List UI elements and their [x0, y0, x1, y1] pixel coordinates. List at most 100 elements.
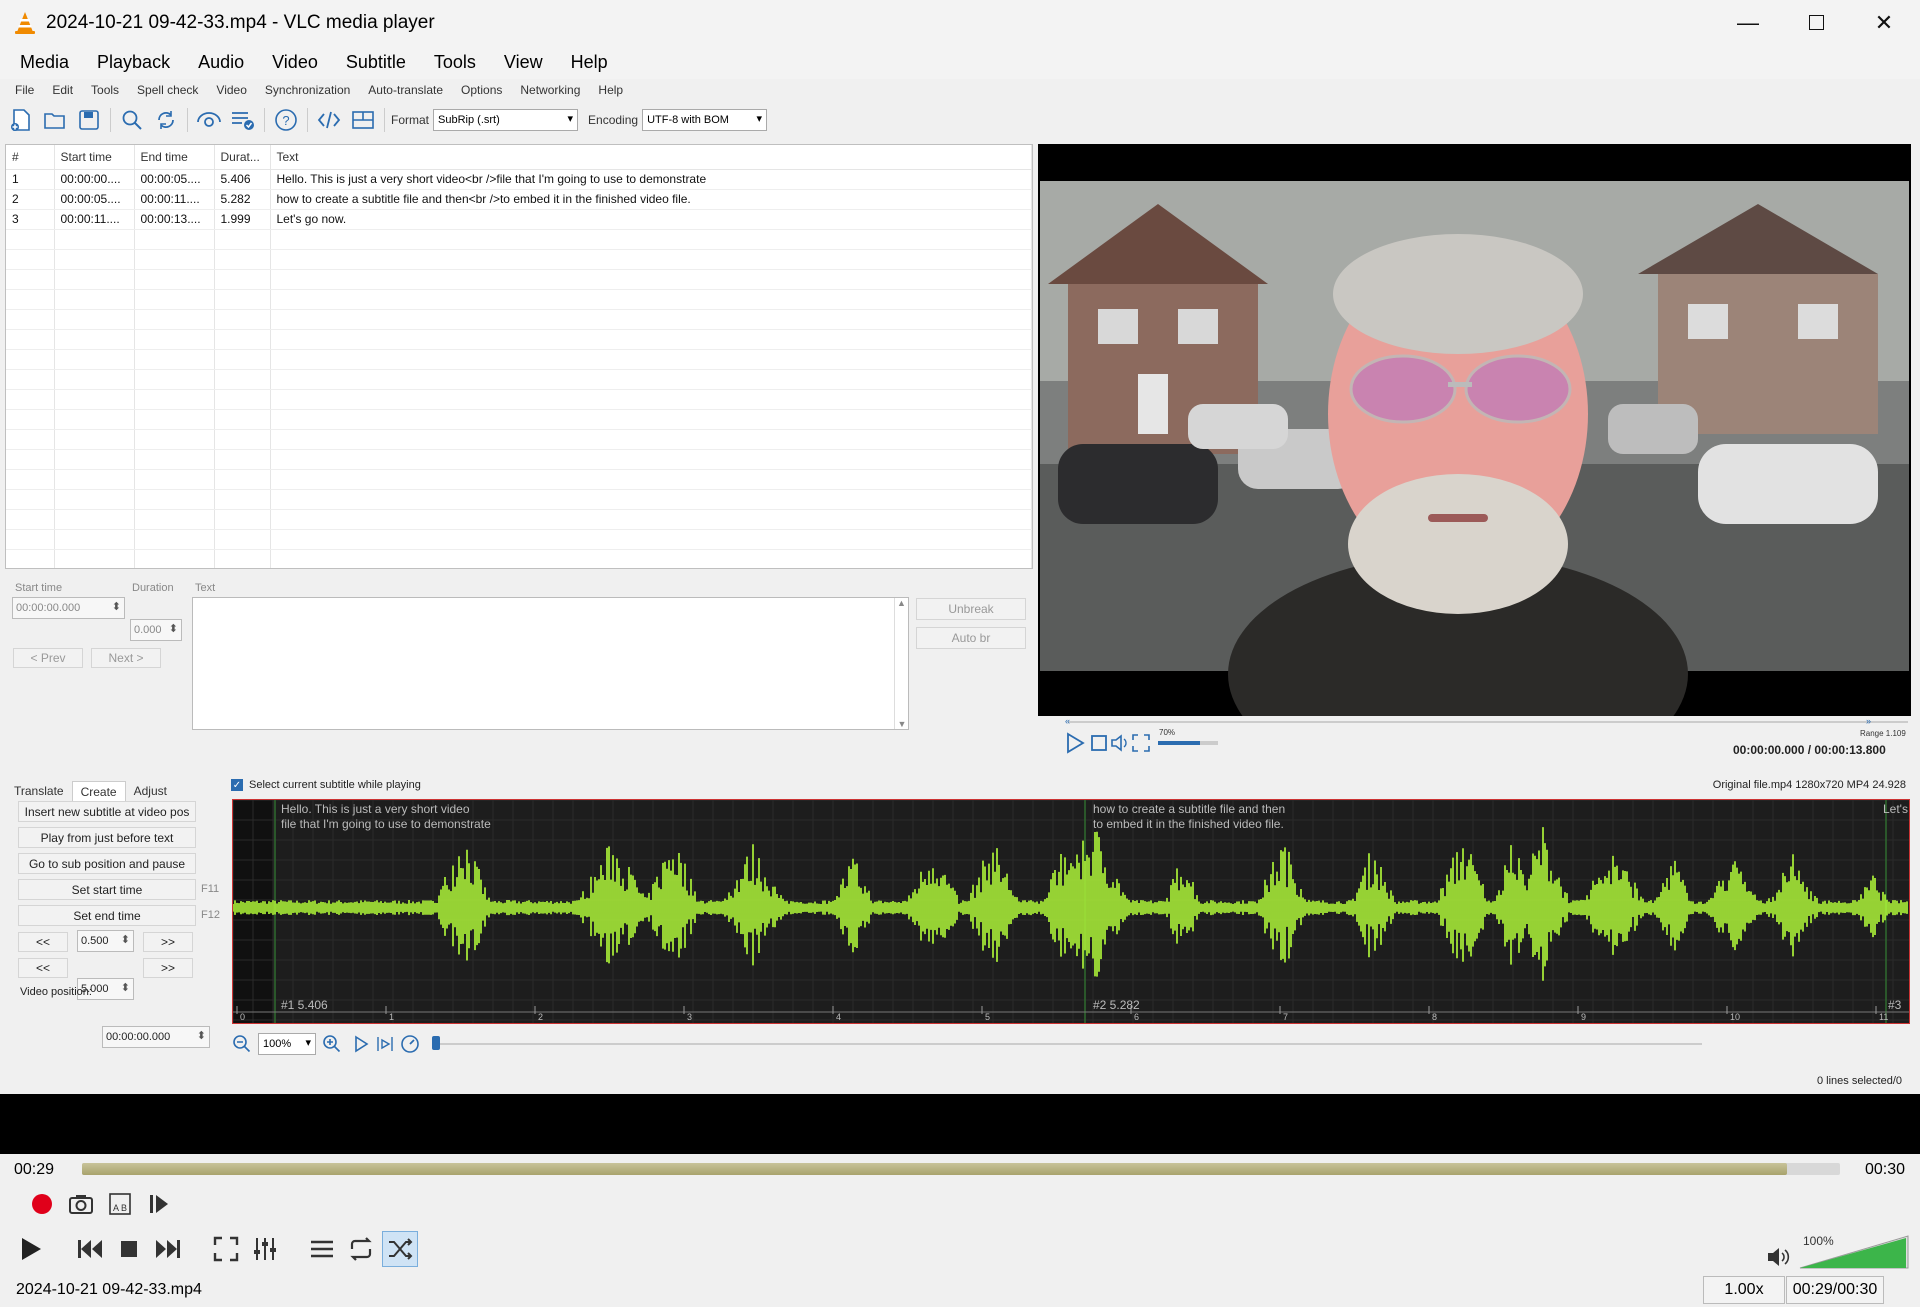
select-current-checkbox[interactable]: ✓	[231, 779, 243, 791]
menu-tools[interactable]: Tools	[420, 52, 490, 73]
video-position-input[interactable]: 00:00:00.000	[102, 1026, 210, 1048]
format-select[interactable]: SubRip (.srt)	[433, 109, 579, 131]
maximize-button[interactable]	[1782, 0, 1850, 45]
replace-icon[interactable]	[149, 105, 183, 135]
volume-slider[interactable]	[1798, 1234, 1910, 1270]
col-text[interactable]: Text	[270, 145, 1032, 170]
menu-view[interactable]: View	[490, 52, 557, 73]
col-number[interactable]: #	[6, 145, 55, 170]
menu-help[interactable]: Help	[557, 52, 622, 73]
encoding-select[interactable]: UTF-8 with BOM	[642, 109, 768, 131]
preview-seekbar[interactable]	[1068, 721, 1908, 723]
preview-play-icon[interactable]	[1063, 731, 1087, 755]
fullscreen-button[interactable]	[208, 1231, 244, 1267]
frame-step-button[interactable]	[141, 1186, 177, 1222]
source-view-icon[interactable]	[312, 105, 346, 135]
waveform-play-icon[interactable]	[352, 1035, 370, 1053]
help-icon[interactable]: ?	[269, 105, 303, 135]
se-menu-file[interactable]: File	[6, 83, 43, 97]
zoom-out-icon[interactable]	[232, 1034, 252, 1054]
back-small-button[interactable]: <<	[18, 932, 68, 952]
playlist-button[interactable]	[304, 1231, 340, 1267]
layout-icon[interactable]	[346, 105, 380, 135]
preview-volume-slider[interactable]	[1158, 741, 1218, 745]
table-row[interactable]: 2 00:00:05.... 00:00:11.... 5.282 how to…	[6, 189, 1032, 210]
start-time-input[interactable]: 00:00:00.000	[12, 597, 125, 619]
col-end[interactable]: End time	[134, 145, 215, 170]
subtitle-grid[interactable]: # Start time End time Durat... Text 1 00…	[5, 144, 1033, 569]
set-start-button[interactable]: Set start time	[18, 879, 196, 900]
menu-media[interactable]: Media	[6, 52, 83, 73]
shuffle-button[interactable]	[382, 1231, 418, 1267]
seek-bar[interactable]	[82, 1163, 1840, 1175]
menu-video[interactable]: Video	[258, 52, 332, 73]
snapshot-button[interactable]	[63, 1186, 99, 1222]
tab-adjust[interactable]: Adjust	[126, 781, 175, 802]
menu-audio[interactable]: Audio	[184, 52, 258, 73]
goto-sub-button[interactable]: Go to sub position and pause	[18, 853, 196, 874]
se-menu-options[interactable]: Options	[452, 83, 511, 97]
visual-sync-icon[interactable]	[192, 105, 226, 135]
loop-button[interactable]	[343, 1231, 379, 1267]
audio-waveform[interactable]: 0 1 2 3 4 5 6 7 8 9 10 11 Hello. This is just a ver…	[232, 799, 1910, 1024]
duration-input[interactable]: 0.000	[130, 619, 182, 641]
se-menu-edit[interactable]: Edit	[43, 83, 82, 97]
set-end-button[interactable]: Set end time	[18, 905, 196, 926]
video-preview[interactable]	[1038, 144, 1911, 716]
prev-button[interactable]: < Prev	[13, 648, 83, 668]
text-scrollbar[interactable]: ▲ ▼	[894, 598, 908, 729]
open-folder-icon[interactable]	[38, 105, 72, 135]
col-start[interactable]: Start time	[54, 145, 135, 170]
menu-playback[interactable]: Playback	[83, 52, 184, 73]
back-large-button[interactable]: <<	[18, 958, 68, 978]
preview-stop-icon[interactable]	[1090, 734, 1108, 752]
next-button-vlc[interactable]	[150, 1231, 186, 1267]
waveform-play-selection-icon[interactable]	[376, 1035, 394, 1053]
se-menu-spellcheck[interactable]: Spell check	[128, 83, 207, 97]
tab-translate[interactable]: Translate	[6, 781, 72, 802]
extended-settings-button[interactable]	[247, 1231, 283, 1267]
close-button[interactable]: ✕	[1850, 0, 1918, 45]
se-menu-autotranslate[interactable]: Auto-translate	[359, 83, 452, 97]
stop-button[interactable]	[111, 1231, 147, 1267]
volume-icon[interactable]	[1766, 1246, 1790, 1268]
vlc-video-area[interactable]	[0, 1094, 1920, 1154]
waveform-position-thumb[interactable]	[432, 1036, 440, 1050]
search-icon[interactable]	[115, 105, 149, 135]
playback-speed[interactable]: 1.00x	[1703, 1276, 1785, 1304]
table-row[interactable]: 3 00:00:11.... 00:00:13.... 1.999 Let's …	[6, 209, 1032, 230]
forward-small-button[interactable]: >>	[143, 932, 193, 952]
insert-subtitle-button[interactable]: Insert new subtitle at video pos	[18, 801, 196, 822]
se-menu-sync[interactable]: Synchronization	[256, 83, 359, 97]
zoom-in-icon[interactable]	[322, 1034, 342, 1054]
loop-ab-button[interactable]: A B	[102, 1186, 138, 1222]
spell-check-icon[interactable]	[226, 105, 260, 135]
preview-fullscreen-icon[interactable]	[1132, 734, 1150, 752]
tab-create[interactable]: Create	[71, 781, 126, 802]
minimize-button[interactable]: —	[1714, 0, 1782, 45]
se-menu-tools[interactable]: Tools	[82, 83, 128, 97]
table-row[interactable]: 1 00:00:00.... 00:00:05.... 5.406 Hello.…	[6, 169, 1032, 190]
playback-speed-icon[interactable]	[400, 1034, 420, 1054]
small-step-input[interactable]: 0.500	[77, 930, 134, 952]
record-button[interactable]	[24, 1186, 60, 1222]
auto-br-button[interactable]: Auto br	[916, 627, 1026, 649]
se-menu-networking[interactable]: Networking	[511, 83, 589, 97]
previous-button[interactable]	[72, 1231, 108, 1267]
col-duration[interactable]: Durat...	[214, 145, 271, 170]
zoom-select[interactable]: 100%	[258, 1033, 316, 1055]
unbreak-button[interactable]: Unbreak	[916, 598, 1026, 620]
preview-volume-icon[interactable]	[1110, 733, 1130, 753]
se-menu-help[interactable]: Help	[589, 83, 632, 97]
menu-subtitle[interactable]: Subtitle	[332, 52, 420, 73]
se-menu-video[interactable]: Video	[207, 83, 255, 97]
time-status[interactable]: 00:29/00:30	[1786, 1276, 1884, 1304]
subtitle-text-area[interactable]: ▲ ▼	[192, 597, 909, 730]
play-before-button[interactable]: Play from just before text	[18, 827, 196, 848]
waveform-position-slider[interactable]	[432, 1036, 1702, 1050]
save-icon[interactable]	[72, 105, 106, 135]
new-file-icon[interactable]	[4, 105, 38, 135]
play-button[interactable]	[10, 1229, 50, 1269]
forward-large-button[interactable]: >>	[143, 958, 193, 978]
next-button[interactable]: Next >	[91, 648, 161, 668]
